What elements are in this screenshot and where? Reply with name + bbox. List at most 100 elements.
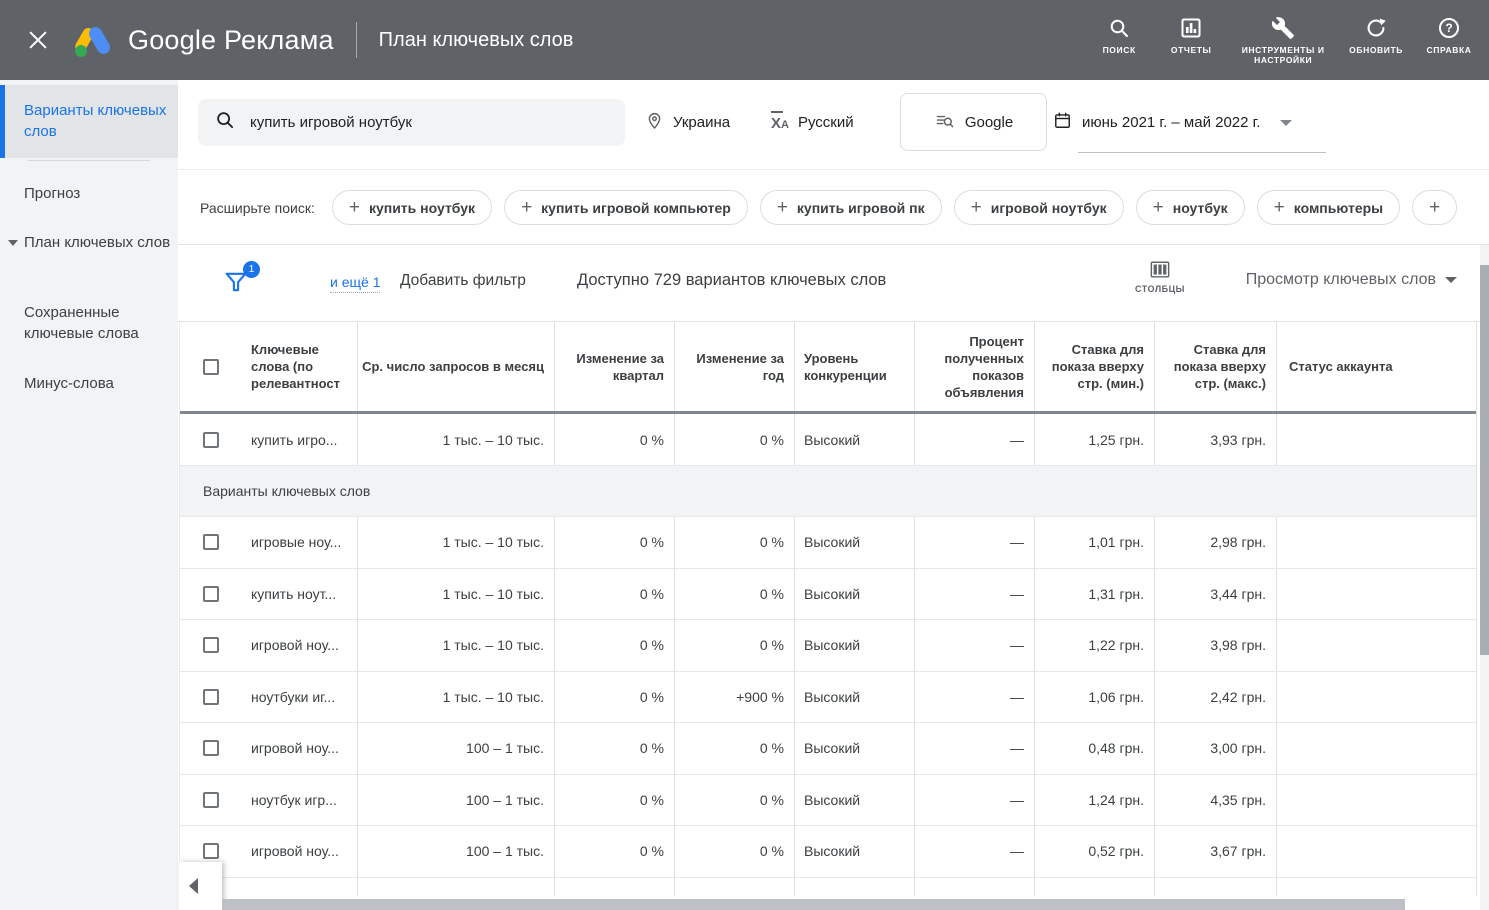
checkbox-cell (180, 414, 242, 465)
table-row: игровые ноу...1 тыс. – 10 тыс.0 %0 %Высо… (180, 517, 1476, 569)
volume-cell: 1 тыс. – 10 тыс. (357, 569, 554, 620)
table-toolbar: 1 и ещё 1 Добавить фильтр Доступно 729 в… (178, 246, 1489, 322)
view-selector[interactable]: Просмотр ключевых слов (1246, 271, 1457, 289)
header-cell-quarter-change[interactable]: Изменение за квартал (554, 322, 674, 411)
search-icon (1107, 16, 1131, 40)
bid-min-cell: 1,31 грн. (1034, 569, 1154, 620)
quarter-change-cell: 0 % (554, 620, 674, 671)
table-row: игровой ноу...100 – 1 тыс.0 %0 %Высокий—… (180, 826, 1476, 878)
search-network-icon (934, 110, 955, 135)
year-change-cell: 0 % (674, 517, 794, 568)
broaden-search-label: Расширьте поиск: (200, 200, 315, 216)
language-selector[interactable]: XA Русский (771, 99, 854, 146)
table-row: ноутбуки иг...1 тыс. – 10 тыс.0 %+900 %В… (180, 672, 1476, 724)
sidebar-item-keyword-plan[interactable]: План ключевых слов (0, 232, 178, 253)
network-selector[interactable]: Google (900, 93, 1047, 151)
row-checkbox[interactable] (203, 689, 219, 705)
chevron-down-icon (1445, 277, 1457, 283)
quarter-change-cell: 0 % (554, 517, 674, 568)
plus-icon: + (1153, 198, 1164, 217)
header-cell-keyword[interactable]: Ключевые слова (по релевантност (242, 322, 357, 411)
checkbox-cell (180, 620, 242, 671)
row-checkbox[interactable] (203, 843, 219, 859)
row-checkbox[interactable] (203, 534, 219, 550)
row-checkbox[interactable] (203, 792, 219, 808)
account-status-cell (1276, 723, 1478, 774)
filter-count-badge: 1 (243, 261, 260, 278)
keyword-search-input[interactable]: купить игровой ноутбук (198, 99, 625, 146)
competition-cell: Высокий (794, 414, 914, 465)
keywords-table: Ключевые слова (по релевантност Ср. числ… (179, 322, 1477, 896)
nav-refresh-button[interactable]: ОБНОВИТЬ (1349, 16, 1403, 55)
chevron-down-icon (1280, 120, 1292, 126)
nav-help-button[interactable]: ? СПРАВКА (1423, 16, 1475, 55)
checkbox-cell (180, 569, 242, 620)
language-value: Русский (798, 114, 854, 131)
sidebar-item-forecast[interactable]: Прогноз (0, 183, 178, 204)
filter-button[interactable]: 1 (222, 268, 252, 298)
row-checkbox[interactable] (203, 432, 219, 448)
keyword-chip[interactable]: +компьютеры (1257, 190, 1400, 225)
row-checkbox[interactable] (203, 740, 219, 756)
chevron-down-icon (8, 240, 18, 246)
vertical-scrollbar-thumb[interactable] (1480, 265, 1489, 655)
impression-share-cell: — (914, 826, 1034, 877)
header-cell-bid-min[interactable]: Ставка для показа вверху стр. (мин.) (1034, 322, 1154, 411)
header-cell-year-change[interactable]: Изменение за год (674, 322, 794, 411)
bid-max-cell (1154, 878, 1276, 896)
sidebar-divider (28, 160, 150, 161)
keyword-chip[interactable]: +купить ноутбук (332, 190, 492, 225)
nav-reports-button[interactable]: ОТЧЕТЫ (1165, 16, 1217, 55)
more-filters-link[interactable]: и ещё 1 (330, 274, 380, 293)
competition-cell: Высокий (794, 775, 914, 826)
header-cell-impression-share[interactable]: Процент полученных показов объявления (914, 322, 1034, 411)
keyword-chip[interactable]: +купить игровой компьютер (504, 190, 748, 225)
arrow-left-icon (187, 877, 203, 895)
row-checkbox[interactable] (203, 586, 219, 602)
volume-cell: 1 тыс. – 10 тыс. (357, 517, 554, 568)
keyword-chip[interactable]: +купить игровой пк (760, 190, 942, 225)
impression-share-cell: — (914, 569, 1034, 620)
table-row: купить игро...1 тыс. – 10 тыс.0 %0 %Высо… (180, 414, 1476, 466)
header-cell-bid-max[interactable]: Ставка для показа вверху стр. (макс.) (1154, 322, 1276, 411)
year-change-cell: 0 % (674, 569, 794, 620)
volume-cell: 1 тыс. – 10 тыс. (357, 414, 554, 465)
wrench-icon (1271, 16, 1295, 40)
date-range-selector[interactable]: июнь 2021 г. – май 2022 г. (1053, 99, 1292, 146)
account-status-cell (1276, 620, 1478, 671)
keyword-chip[interactable]: +игровой ноутбук (954, 190, 1124, 225)
checkbox-cell (180, 723, 242, 774)
nav-tools-button[interactable]: ИНСТРУМЕНТЫ И НАСТРОЙКИ (1237, 16, 1329, 65)
keyword-chip-partial[interactable]: + (1412, 190, 1457, 225)
sidebar-item-keyword-ideas[interactable]: Варианты ключевых слов (0, 85, 178, 158)
competition-cell (794, 878, 914, 896)
keyword-cell: игровой ноу... (242, 723, 357, 774)
plus-icon: + (1429, 198, 1440, 217)
header-cell-volume[interactable]: Ср. число запросов в месяц (357, 322, 554, 411)
svg-text:?: ? (1445, 21, 1452, 35)
nav-search-button[interactable]: ПОИСК (1093, 16, 1145, 55)
header-cell-competition[interactable]: Уровень конкуренции (794, 322, 914, 411)
bid-min-cell (1034, 878, 1154, 896)
bid-max-cell: 3,67 грн. (1154, 826, 1276, 877)
date-range-value: июнь 2021 г. – май 2022 г. (1082, 114, 1260, 131)
volume-cell: 100 – 1 тыс. (357, 775, 554, 826)
columns-button[interactable]: СТОЛБЦЫ (1130, 260, 1190, 294)
quarter-change-cell: 0 % (554, 414, 674, 465)
year-change-cell: 0 % (674, 723, 794, 774)
header-cell-account-status[interactable]: Статус аккаунта (1276, 322, 1478, 411)
close-icon[interactable] (24, 26, 52, 54)
table-scroll-left-button[interactable] (179, 862, 222, 910)
keyword-chip[interactable]: +ноутбук (1136, 190, 1245, 225)
row-checkbox[interactable] (203, 637, 219, 653)
sidebar-item-saved-keywords[interactable]: Сохраненные ключевые слова (0, 302, 178, 344)
sidebar-item-negative-keywords[interactable]: Минус-слова (0, 373, 178, 394)
select-all-checkbox[interactable] (203, 359, 219, 375)
location-selector[interactable]: Украина (645, 99, 730, 146)
horizontal-scrollbar[interactable] (222, 899, 1405, 910)
plus-icon: + (1274, 198, 1285, 217)
add-filter-button[interactable]: Добавить фильтр (400, 272, 526, 290)
year-change-cell: 0 % (674, 826, 794, 877)
impression-share-cell: — (914, 517, 1034, 568)
vertical-scrollbar-track[interactable] (1480, 245, 1489, 910)
